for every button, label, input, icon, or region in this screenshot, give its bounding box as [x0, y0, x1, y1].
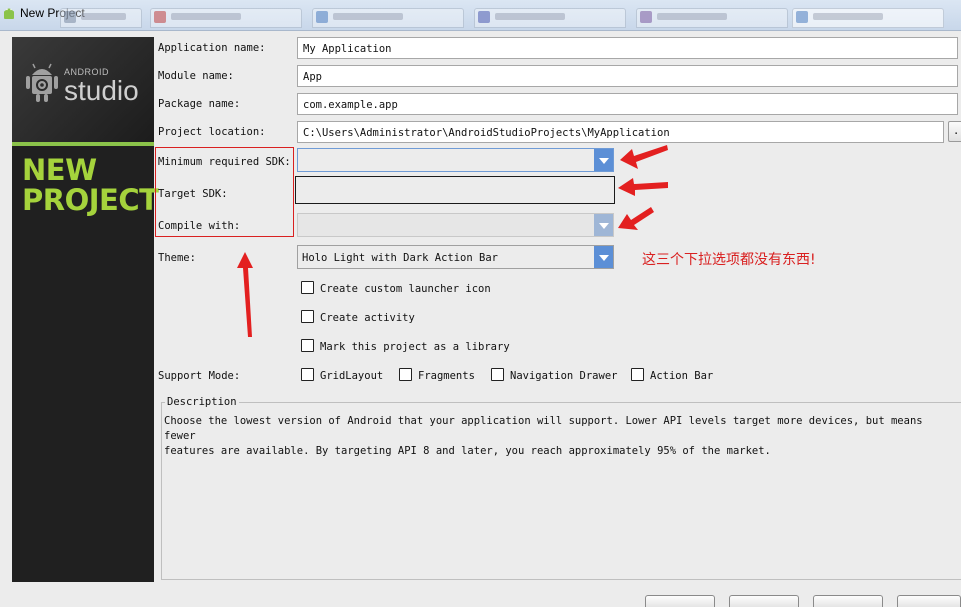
dropdown-arrow-icon[interactable]	[594, 149, 613, 171]
create-custom-launcher-icon-label[interactable]: Create custom launcher icon	[320, 283, 491, 295]
wizard-banner: ANDROID studio NEW PROJECT	[12, 37, 159, 582]
application-name-label: Application name:	[158, 42, 266, 54]
android-studio-app-icon	[4, 8, 14, 19]
background-taskbar-tab	[150, 8, 302, 28]
package-name-label: Package name:	[158, 98, 241, 110]
package-name-field[interactable]: com.example.app	[297, 93, 958, 115]
wizard-button[interactable]	[813, 595, 883, 607]
background-taskbar-tab	[792, 8, 944, 28]
banner-heading-line2: PROJECT	[22, 183, 159, 217]
banner-heading-line1: NEW	[22, 153, 97, 187]
project-location-field[interactable]: C:\Users\Administrator\AndroidStudioProj…	[297, 121, 944, 143]
description-line: Choose the lowest version of Android tha…	[164, 415, 923, 442]
wizard-button[interactable]	[897, 595, 961, 607]
annotation-highlight-box	[155, 147, 294, 237]
module-name-field[interactable]: App	[297, 65, 958, 87]
create-activity-checkbox[interactable]	[301, 310, 314, 323]
action-bar-label[interactable]: Action Bar	[650, 370, 713, 382]
navigation-drawer-checkbox[interactable]	[491, 368, 504, 381]
fragments-checkbox[interactable]	[399, 368, 412, 381]
dropdown-arrow-icon[interactable]	[594, 246, 613, 268]
theme-dropdown[interactable]: Holo Light with Dark Action Bar	[297, 245, 614, 269]
gridlayout-checkbox[interactable]	[301, 368, 314, 381]
fragments-label[interactable]: Fragments	[418, 370, 475, 382]
annotation-text: 这三个下拉选项都没有东西!	[642, 252, 816, 268]
brand-label-big: studio	[64, 75, 139, 106]
support-mode-label: Support Mode:	[158, 370, 241, 382]
window-title-bar: New Project	[0, 0, 961, 31]
module-name-label: Module name:	[158, 70, 234, 82]
action-bar-checkbox[interactable]	[631, 368, 644, 381]
banner-heading: NEW PROJECT	[22, 153, 159, 217]
gridlayout-label[interactable]: GridLayout	[320, 370, 383, 382]
theme-label: Theme:	[158, 252, 196, 264]
dropdown-arrow-icon[interactable]	[594, 214, 613, 236]
application-name-field[interactable]: My Application	[297, 37, 958, 59]
annotation-arrow-icon	[620, 145, 668, 169]
create-activity-label[interactable]: Create activity	[320, 312, 415, 324]
background-taskbar-tab	[474, 8, 626, 28]
create-custom-launcher-icon-checkbox[interactable]	[301, 281, 314, 294]
browse-button[interactable]: ...	[948, 121, 961, 142]
wizard-button[interactable]	[729, 595, 799, 607]
annotation-arrow-icon	[618, 207, 654, 230]
mark-library-label[interactable]: Mark this project as a library	[320, 341, 510, 353]
project-location-label: Project location:	[158, 126, 266, 138]
mark-library-checkbox[interactable]	[301, 339, 314, 352]
banner-header: ANDROID studio	[12, 37, 154, 146]
compile-with-dropdown[interactable]	[297, 213, 614, 237]
navigation-drawer-label[interactable]: Navigation Drawer	[510, 370, 617, 382]
background-taskbar-tab	[60, 8, 142, 28]
description-title: Description	[165, 396, 239, 408]
minimum-sdk-dropdown[interactable]	[297, 148, 614, 172]
description-text: Choose the lowest version of Android tha…	[164, 414, 954, 459]
theme-value: Holo Light with Dark Action Bar	[302, 252, 498, 264]
background-taskbar-tab	[312, 8, 464, 28]
annotation-arrow-icon	[618, 178, 668, 196]
background-taskbar-tab	[636, 8, 788, 28]
description-line: features are available. By targeting API…	[164, 445, 771, 457]
target-sdk-dropdown[interactable]	[295, 176, 615, 204]
android-robot-icon	[26, 63, 58, 102]
annotation-arrow-icon	[237, 252, 253, 337]
wizard-button[interactable]	[645, 595, 715, 607]
